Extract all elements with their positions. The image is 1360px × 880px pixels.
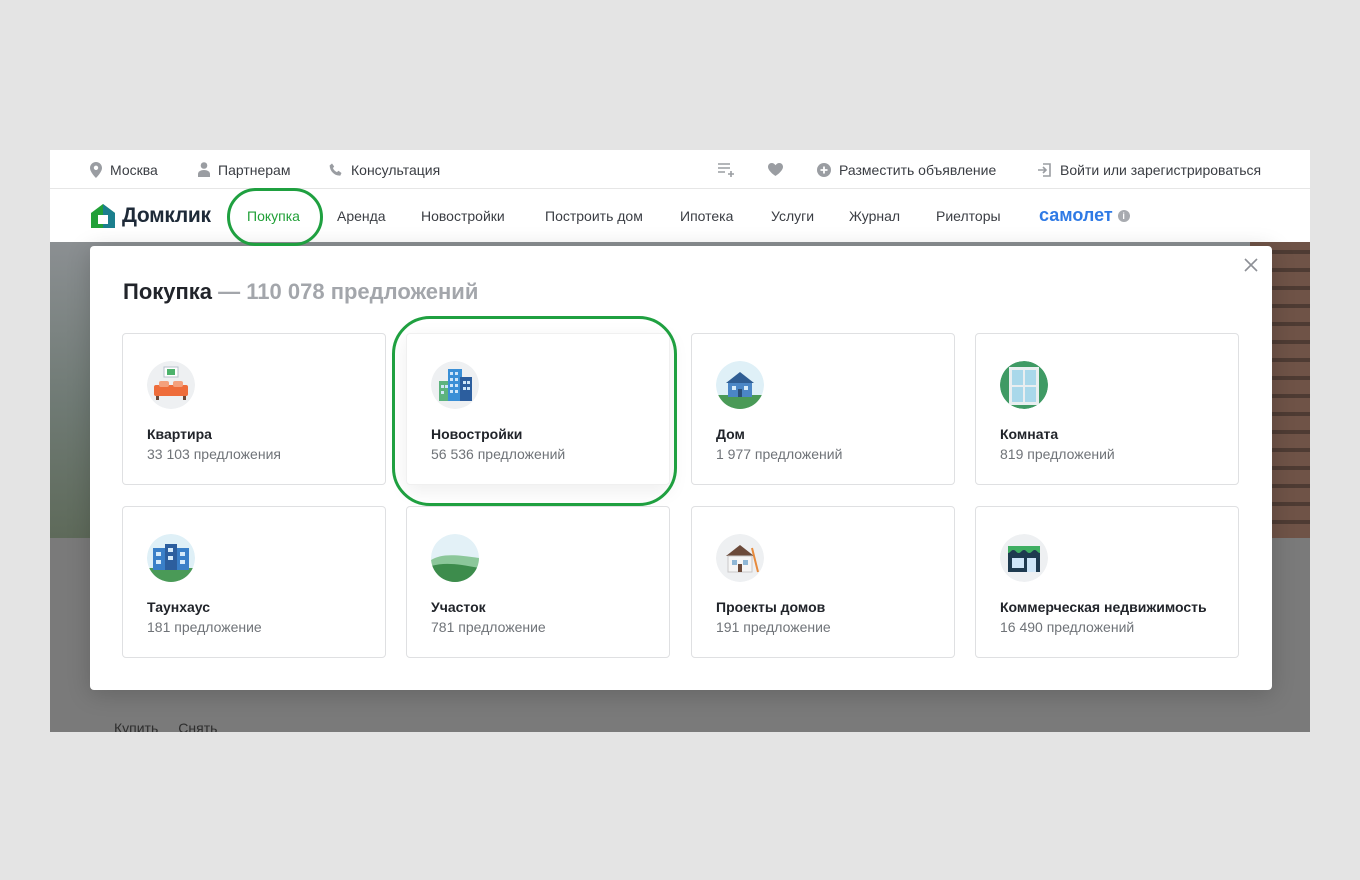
- card-title: Таунхаус: [147, 599, 211, 615]
- tab-buy[interactable]: Купить: [114, 720, 158, 732]
- partners-link[interactable]: Партнерам: [198, 150, 290, 189]
- modal-title-count: 110 078 предложений: [246, 279, 479, 304]
- card-count: 56 536 предложений: [431, 446, 566, 462]
- land-plot-icon: [431, 534, 479, 582]
- domclick-logo[interactable]: Домклик: [90, 202, 211, 230]
- login-label: Войти или зарегистрироваться: [1060, 161, 1262, 178]
- nav-item-build-house[interactable]: Построить дом: [545, 189, 643, 242]
- card-count: 33 103 предложения: [147, 446, 281, 462]
- login-icon: [1038, 162, 1051, 177]
- list-add-icon: [718, 162, 734, 177]
- samolet-label: самолет: [1039, 205, 1113, 225]
- commercial-icon: [1000, 534, 1048, 582]
- nav-item-services[interactable]: Услуги: [771, 189, 814, 242]
- login-link[interactable]: Войти или зарегистрироваться: [1038, 150, 1261, 189]
- category-card-room[interactable]: Комната 819 предложений: [975, 333, 1239, 485]
- nav-item-buy[interactable]: Покупка: [247, 189, 300, 242]
- logo-text: Домклик: [122, 204, 211, 227]
- modal-title: Покупка — 110 078 предложений: [123, 279, 478, 305]
- city-label: Москва: [110, 161, 158, 178]
- category-card-house-projects[interactable]: Проекты домов 191 предложение: [691, 506, 955, 658]
- post-ad-label: Разместить объявление: [839, 161, 997, 178]
- house-project-icon: [716, 534, 764, 582]
- compare-list-button[interactable]: [718, 150, 744, 189]
- card-title: Коммерческая недвижимость: [1000, 599, 1207, 615]
- location-pin-icon: [90, 161, 102, 178]
- nav-item-new-buildings[interactable]: Новостройки: [421, 189, 505, 242]
- category-card-house[interactable]: Дом 1 977 предложений: [691, 333, 955, 485]
- category-card-new-buildings[interactable]: Новостройки 56 536 предложений: [406, 333, 670, 485]
- buy-categories-modal: Покупка — 110 078 предложений Квартира 3…: [90, 246, 1272, 690]
- nav-item-realtors[interactable]: Риелторы: [936, 189, 1001, 242]
- main-navigation: Домклик Покупка Аренда Новостройки Постр…: [50, 189, 1310, 242]
- category-card-commercial[interactable]: Коммерческая недвижимость 16 490 предлож…: [975, 506, 1239, 658]
- category-card-apartment[interactable]: Квартира 33 103 предложения: [122, 333, 386, 485]
- partners-label: Партнерам: [218, 161, 291, 178]
- new-buildings-icon: [431, 361, 479, 409]
- search-mode-tabs: Купить Снять: [114, 720, 217, 732]
- card-title: Комната: [1000, 426, 1059, 442]
- house-icon: [716, 361, 764, 409]
- room-icon: [1000, 361, 1048, 409]
- card-count: 1 977 предложений: [716, 446, 843, 462]
- favorites-button[interactable]: [768, 150, 791, 189]
- domclick-logo-icon: [91, 204, 115, 228]
- consultation-link[interactable]: Консультация: [329, 150, 440, 189]
- city-selector[interactable]: Москва: [90, 150, 158, 189]
- nav-item-rent[interactable]: Аренда: [337, 189, 386, 242]
- info-icon[interactable]: i: [1117, 209, 1130, 222]
- nav-item-mortgage[interactable]: Ипотека: [680, 189, 733, 242]
- card-title: Новостройки: [431, 426, 523, 442]
- tab-rent[interactable]: Снять: [178, 720, 217, 732]
- heart-icon: [768, 163, 783, 176]
- nav-item-journal[interactable]: Журнал: [849, 189, 900, 242]
- modal-title-text: Покупка: [123, 279, 213, 304]
- card-count: 781 предложение: [431, 619, 546, 635]
- close-button[interactable]: [1240, 254, 1262, 276]
- category-card-townhouse[interactable]: Таунхаус 181 предложение: [122, 506, 386, 658]
- card-title: Проекты домов: [716, 599, 826, 615]
- person-icon: [198, 162, 210, 177]
- modal-title-separator: —: [218, 279, 241, 304]
- consultation-label: Консультация: [351, 161, 441, 178]
- card-count: 181 предложение: [147, 619, 262, 635]
- samolet-partner-link[interactable]: самолет i: [1039, 189, 1130, 242]
- card-title: Дом: [716, 426, 745, 442]
- close-icon: [1244, 258, 1258, 272]
- card-count: 16 490 предложений: [1000, 619, 1135, 635]
- card-title: Квартира: [147, 426, 212, 442]
- plus-circle-icon: [817, 162, 831, 177]
- townhouse-icon: [147, 534, 195, 582]
- card-count: 819 предложений: [1000, 446, 1115, 462]
- card-title: Участок: [431, 599, 486, 615]
- category-card-land-plot[interactable]: Участок 781 предложение: [406, 506, 670, 658]
- phone-icon: [329, 163, 342, 176]
- top-utility-bar: Москва Партнерам Консультация Разместить…: [50, 150, 1310, 189]
- card-count: 191 предложение: [716, 619, 831, 635]
- post-ad-link[interactable]: Разместить объявление: [817, 150, 996, 189]
- apartment-icon: [147, 361, 195, 409]
